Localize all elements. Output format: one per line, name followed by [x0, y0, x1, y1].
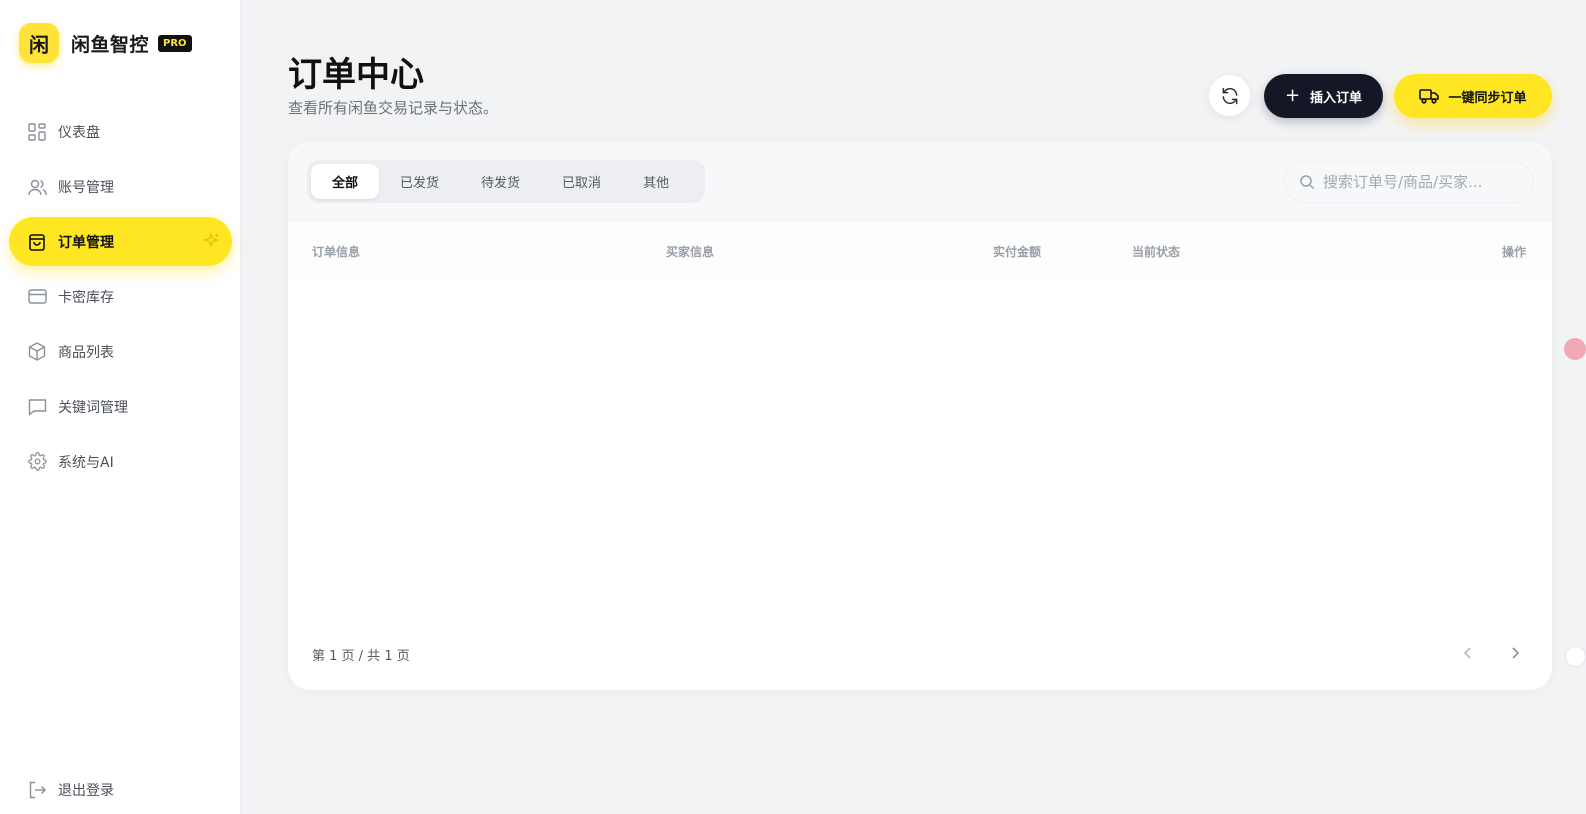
sidebar-item-card-stock[interactable]: 卡密库存 [9, 272, 232, 321]
column-buyer-info: 买家信息 [666, 245, 715, 259]
box-icon [27, 342, 47, 362]
grid-icon [27, 122, 47, 142]
insert-order-button[interactable]: + 插入订单 [1264, 74, 1383, 118]
message-icon [27, 397, 47, 417]
column-status: 当前状态 [1132, 245, 1181, 259]
brand: 闲 闲鱼智控 PRO [19, 23, 192, 63]
search-box [1284, 161, 1534, 203]
sidebar-item-accounts[interactable]: 账号管理 [9, 162, 232, 211]
brand-name: 闲鱼智控 [71, 33, 150, 56]
orders-card: 全部 已发货 待发货 已取消 其他 订单信息 买家信息 实付金额 当前状态 操作… [288, 142, 1552, 690]
next-page-button[interactable] [1498, 636, 1532, 670]
plus-icon: + [1284, 85, 1301, 106]
insert-order-label: 插入订单 [1310, 90, 1363, 106]
sparkle-icon [202, 232, 220, 254]
logout-label: 退出登录 [58, 783, 114, 799]
status-tabs: 全部 已发货 待发货 已取消 其他 [307, 160, 705, 203]
floating-scroll-handle[interactable] [1565, 646, 1586, 667]
sidebar-item-products[interactable]: 商品列表 [9, 327, 232, 376]
sidebar-item-system-ai[interactable]: 系统与AI [9, 437, 232, 486]
sidebar: 闲 闲鱼智控 PRO 仪表盘 账号管理 订单管理 卡密库存 商品列表 关键词管理… [0, 0, 241, 814]
sync-orders-label: 一键同步订单 [1448, 90, 1527, 106]
prev-page-button[interactable] [1451, 636, 1485, 670]
refresh-icon [1220, 86, 1240, 106]
tab-all[interactable]: 全部 [311, 164, 380, 199]
sidebar-item-orders[interactable]: 订单管理 [9, 217, 232, 266]
app-root: 闲 闲鱼智控 PRO 仪表盘 账号管理 订单管理 卡密库存 商品列表 关键词管理… [0, 0, 1586, 814]
refresh-button[interactable] [1208, 74, 1251, 117]
sidebar-item-label: 账号管理 [58, 179, 114, 196]
column-order-info: 订单信息 [312, 245, 361, 259]
sidebar-item-dashboard[interactable]: 仪表盘 [9, 107, 232, 156]
sidebar-item-keywords[interactable]: 关键词管理 [9, 382, 232, 431]
gear-icon [27, 452, 47, 472]
tab-cancelled[interactable]: 已取消 [541, 164, 622, 199]
sidebar-item-label: 系统与AI [58, 454, 114, 471]
credit-card-icon [27, 287, 47, 307]
pagination-info: 第 1 页 / 共 1 页 [312, 649, 410, 664]
search-icon [1299, 174, 1315, 190]
column-actions: 操作 [1502, 245, 1527, 259]
tab-shipped[interactable]: 已发货 [379, 164, 460, 199]
sync-orders-button[interactable]: 一键同步订单 [1394, 74, 1552, 118]
truck-icon [1419, 88, 1440, 104]
table-body [288, 279, 1552, 619]
sidebar-item-label: 仪表盘 [58, 124, 100, 141]
sidebar-item-label: 商品列表 [58, 344, 114, 361]
page-subtitle: 查看所有闲鱼交易记录与状态。 [288, 99, 499, 117]
chevron-left-icon [1463, 646, 1473, 660]
search-input[interactable] [1323, 173, 1523, 191]
column-paid-amount: 实付金额 [993, 245, 1042, 259]
sidebar-item-label: 订单管理 [58, 234, 114, 251]
brand-logo: 闲 [19, 23, 59, 63]
users-icon [27, 177, 47, 197]
chevron-right-icon [1510, 646, 1520, 660]
shopping-bag-icon [27, 232, 47, 252]
sidebar-item-label: 关键词管理 [58, 399, 128, 416]
sidebar-item-label: 卡密库存 [58, 289, 114, 306]
logout-icon [27, 780, 47, 800]
logout-button[interactable]: 退出登录 [9, 770, 232, 810]
floating-widget-handle[interactable] [1564, 338, 1586, 360]
pro-badge: PRO [158, 34, 192, 52]
table-header: 订单信息 买家信息 实付金额 当前状态 操作 [288, 222, 1552, 279]
page-title: 订单中心 [288, 55, 424, 95]
tab-pending-shipment[interactable]: 待发货 [460, 164, 541, 199]
tab-other[interactable]: 其他 [622, 164, 690, 199]
sidebar-nav: 仪表盘 账号管理 订单管理 卡密库存 商品列表 关键词管理 系统与AI [0, 107, 241, 492]
